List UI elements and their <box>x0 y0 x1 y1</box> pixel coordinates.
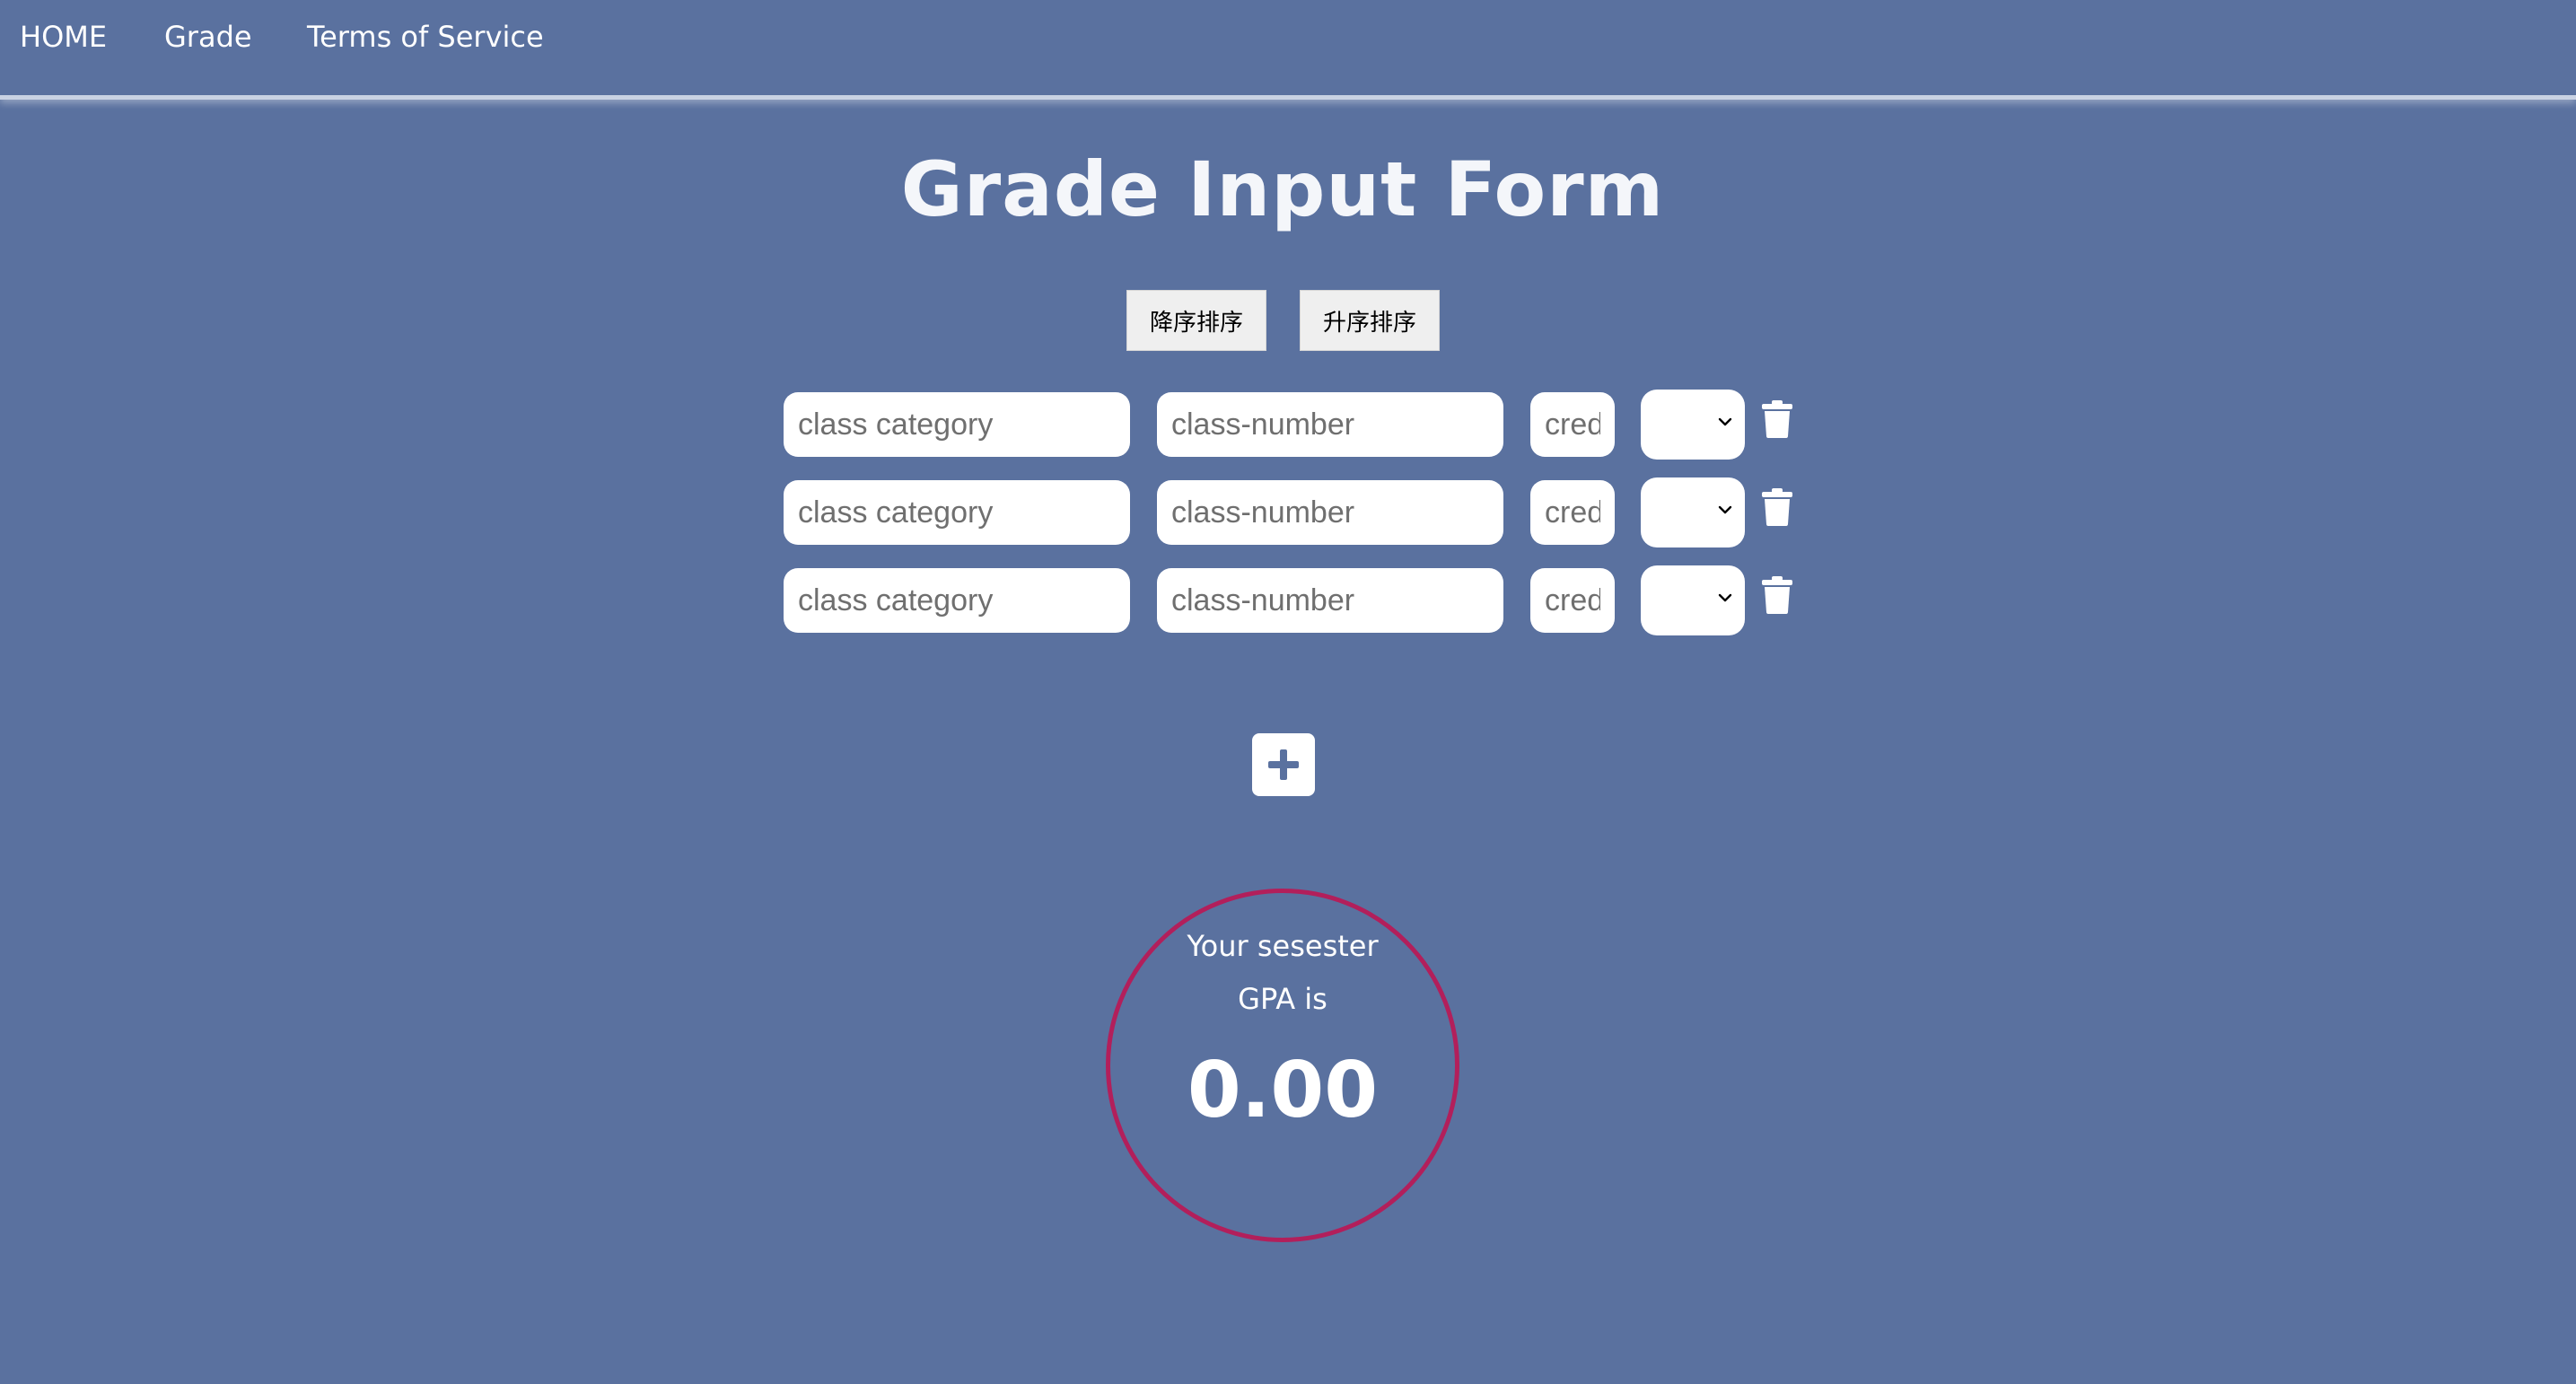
grade-select[interactable] <box>1641 565 1745 635</box>
class-number-input[interactable] <box>1157 480 1503 545</box>
gpa-label-line1: Your sesester <box>1187 929 1379 963</box>
credit-input[interactable] <box>1530 568 1615 633</box>
grade-select[interactable] <box>1641 477 1745 547</box>
gpa-display: Your sesester GPA is 0.00 <box>1106 889 1459 1242</box>
sort-ascending-button[interactable]: 升序排序 <box>1300 290 1440 351</box>
gpa-value: 0.00 <box>1187 1046 1379 1135</box>
class-number-input[interactable] <box>1157 568 1503 633</box>
chevron-down-icon <box>1718 505 1732 514</box>
plus-icon <box>1268 749 1299 780</box>
gpa-label-line2: GPA is <box>1238 982 1327 1016</box>
navbar: HOME Grade Terms of Service <box>0 0 2576 100</box>
nav-home-link[interactable]: HOME <box>20 20 107 54</box>
page-title: Grade Input Form <box>900 145 1665 233</box>
class-category-input[interactable] <box>784 392 1130 457</box>
grade-row <box>0 565 2576 635</box>
class-category-input[interactable] <box>784 568 1130 633</box>
trash-icon[interactable] <box>1761 575 1793 615</box>
trash-icon[interactable] <box>1761 487 1793 527</box>
class-category-input[interactable] <box>784 480 1130 545</box>
class-number-input[interactable] <box>1157 392 1503 457</box>
credit-input[interactable] <box>1530 392 1615 457</box>
sort-descending-button[interactable]: 降序排序 <box>1126 290 1266 351</box>
credit-input[interactable] <box>1530 480 1615 545</box>
nav-terms-link[interactable]: Terms of Service <box>307 20 544 54</box>
chevron-down-icon <box>1718 593 1732 602</box>
chevron-down-icon <box>1718 417 1732 426</box>
grade-row <box>0 477 2576 547</box>
nav-grade-link[interactable]: Grade <box>164 20 252 54</box>
grade-row <box>0 390 2576 460</box>
trash-icon[interactable] <box>1761 399 1793 439</box>
add-row-button[interactable] <box>1252 733 1315 796</box>
grade-select[interactable] <box>1641 390 1745 460</box>
